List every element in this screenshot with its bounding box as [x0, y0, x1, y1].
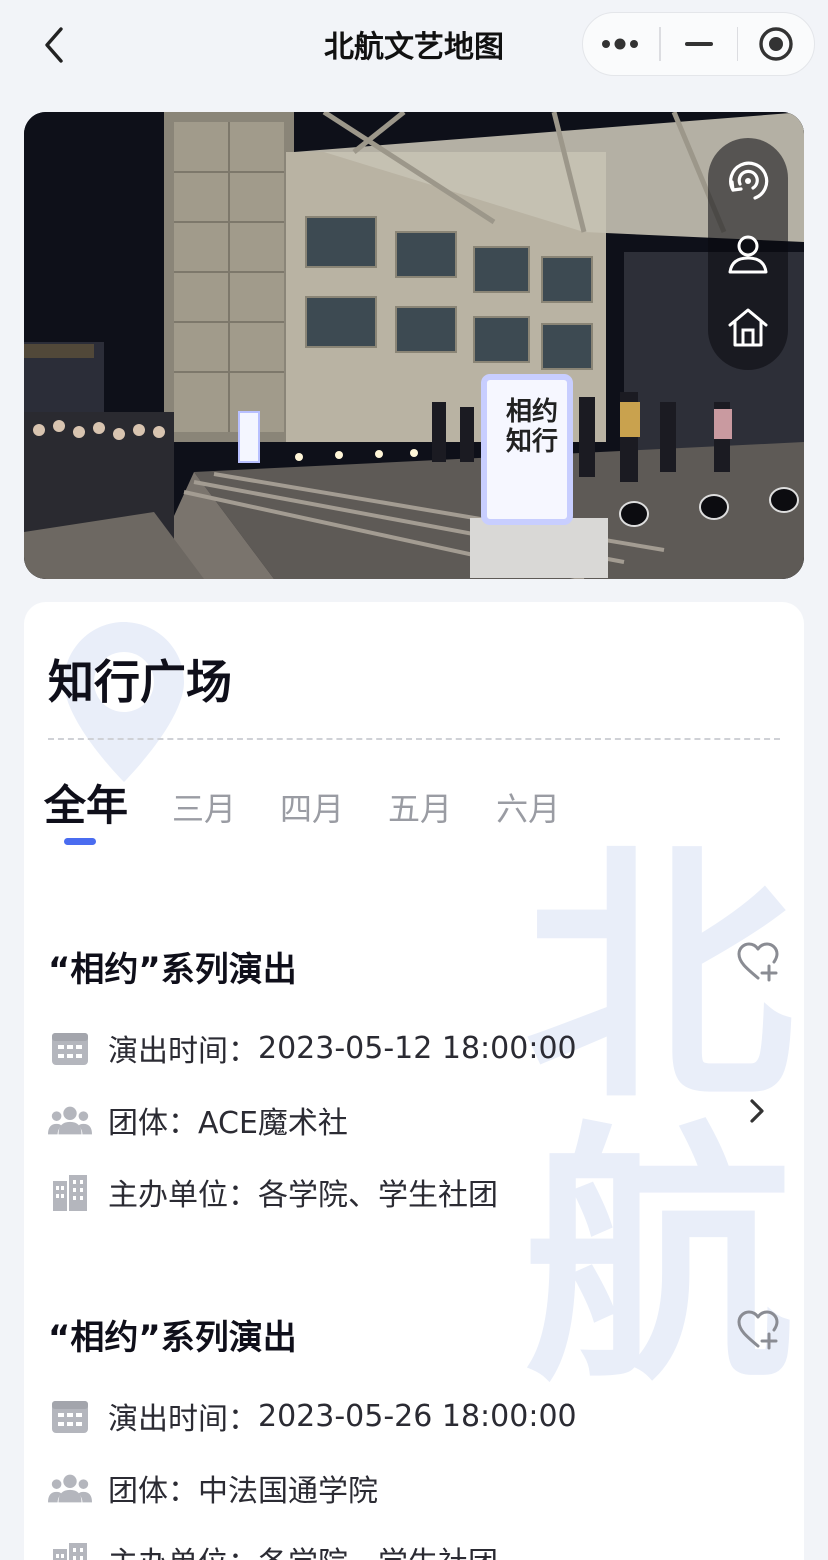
close-button[interactable]	[738, 12, 814, 76]
group-icon	[48, 1468, 92, 1508]
calendar-icon	[48, 1028, 92, 1068]
more-dots-icon	[602, 38, 638, 50]
event-host-row: 主办单位： 各学院、学生社团	[48, 1540, 498, 1560]
nav-bar: 北航文艺地图	[0, 0, 828, 90]
floating-toolbar	[708, 138, 788, 370]
event-host-label: 主办单位：	[108, 1538, 258, 1560]
chevron-right-icon[interactable]	[742, 1096, 772, 1126]
active-tab-indicator	[64, 838, 96, 845]
plaza-sign: 相约知行	[502, 397, 562, 457]
tab-june[interactable]: 六月	[496, 784, 560, 830]
panorama-rotate-icon	[729, 161, 769, 200]
user-button[interactable]	[720, 226, 776, 282]
tab-all-year[interactable]: 全年	[44, 772, 128, 833]
dashed-divider	[48, 738, 780, 740]
tab-march[interactable]: 三月	[172, 784, 236, 830]
mini-program-capsule	[582, 12, 815, 76]
page: 北航文艺地图 相约知行 北 航 知行广场 全年 三月 四月 五月 六月 “相约”…	[0, 0, 828, 1560]
event-group-value: ACE魔术社	[198, 1106, 348, 1141]
hero-photo: 相约知行	[24, 112, 804, 579]
event-group-row: 团体： ACE魔术社	[48, 1100, 348, 1141]
event-title: “相约”系列演出	[48, 950, 297, 990]
event-host-value: 各学院、学生社团	[258, 1178, 498, 1213]
place-name: 知行广场	[48, 655, 232, 709]
event-host-row: 主办单位： 各学院、学生社团	[48, 1172, 498, 1213]
group-icon	[48, 1100, 92, 1140]
event-group-label: 团体：	[108, 1474, 198, 1509]
home-button[interactable]	[720, 299, 776, 355]
event-time-row: 演出时间： 2023-05-12 18:00:00	[48, 1028, 577, 1069]
tab-may[interactable]: 五月	[388, 784, 452, 830]
event-item[interactable]: “相约”系列演出 演出时间： 2023-05-26 18:00:00 团体： 中…	[24, 1310, 804, 1560]
more-button[interactable]	[583, 12, 659, 76]
calendar-icon	[48, 1396, 92, 1436]
month-tabs: 全年 三月 四月 五月 六月	[44, 772, 604, 833]
record-target-icon	[759, 27, 793, 61]
add-favorite-icon[interactable]	[736, 940, 780, 984]
place-card: 北 航 知行广场 全年 三月 四月 五月 六月 “相约”系列演出 演出时间： 2…	[24, 602, 804, 1560]
event-time-label: 演出时间：	[108, 1034, 258, 1069]
building-icon	[48, 1172, 92, 1212]
event-host-value: 各学院、学生社团	[258, 1538, 498, 1560]
event-time-value: 2023-05-12 18:00:00	[258, 1030, 577, 1066]
minimize-icon	[684, 42, 713, 46]
event-time-label: 演出时间：	[108, 1402, 258, 1437]
tab-april[interactable]: 四月	[280, 784, 344, 830]
minimize-button[interactable]	[661, 12, 737, 76]
event-time-value: 2023-05-26 18:00:00	[258, 1398, 577, 1434]
plaza-sign-text: 相约知行	[505, 397, 558, 457]
user-icon	[728, 235, 768, 274]
add-favorite-icon[interactable]	[736, 1308, 780, 1352]
event-host-label: 主办单位：	[108, 1178, 258, 1213]
plaza-night-scene	[24, 112, 804, 579]
event-title: “相约”系列演出	[48, 1318, 297, 1358]
event-group-value: 中法国通学院	[198, 1474, 378, 1509]
panorama-button[interactable]	[720, 153, 776, 209]
event-time-row: 演出时间： 2023-05-26 18:00:00	[48, 1396, 577, 1437]
building-icon	[48, 1540, 92, 1560]
event-group-label: 团体：	[108, 1106, 198, 1141]
event-group-row: 团体： 中法国通学院	[48, 1468, 378, 1509]
event-item[interactable]: “相约”系列演出 演出时间： 2023-05-12 18:00:00 团体： A…	[24, 942, 804, 1262]
home-icon	[728, 308, 768, 347]
